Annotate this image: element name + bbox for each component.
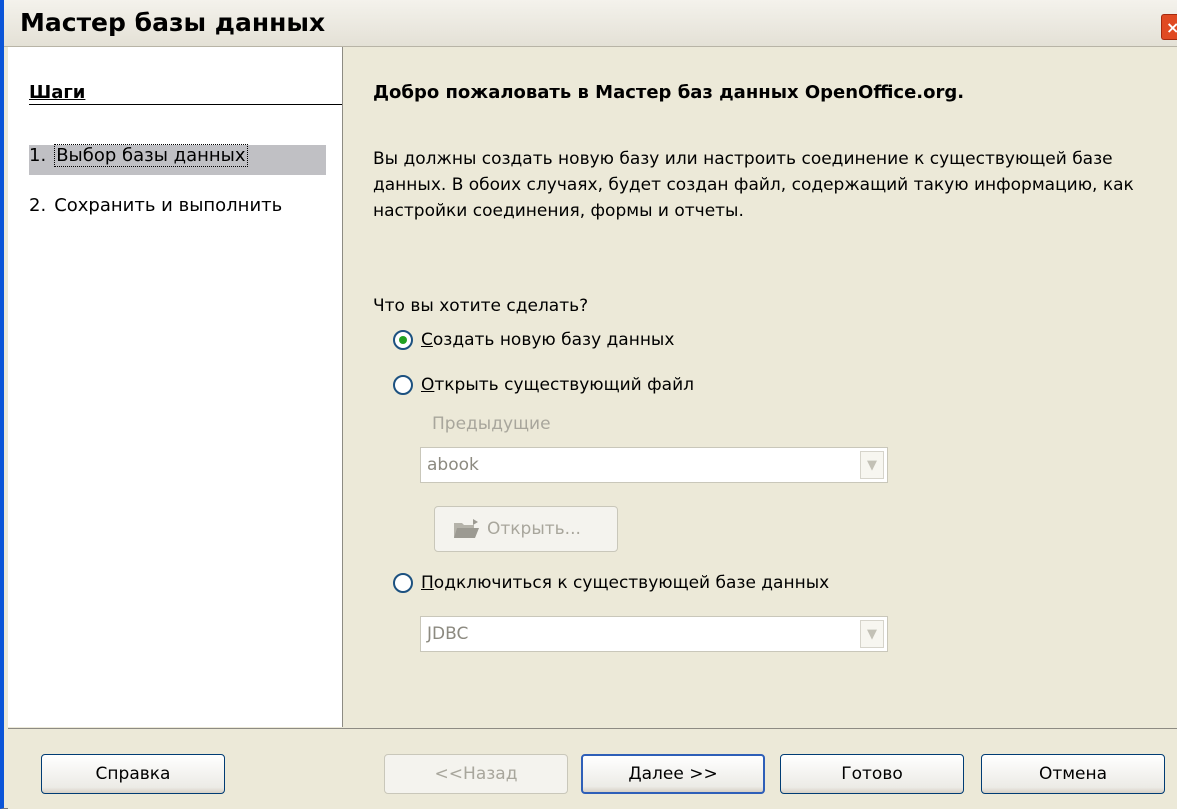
step-select-database[interactable]: 1. Выбор базы данных [29,144,326,175]
option-label: Создать новую базу данных [421,330,675,350]
back-button[interactable]: <<Назад [384,754,568,794]
cancel-button[interactable]: Отмена [981,754,1165,794]
next-button[interactable]: Далее >> [581,754,765,794]
finish-button[interactable]: Готово [780,754,964,794]
welcome-heading: Добро пожаловать в Мастер баз данных Ope… [373,82,965,103]
close-icon: × [1166,18,1177,37]
steps-title: Шаги [29,82,86,103]
recent-files-dropdown[interactable]: abook ▼ [420,447,888,483]
chevron-down-icon[interactable]: ▼ [860,451,884,479]
open-file-label: Открыть... [487,519,581,539]
window-title: Мастер базы данных [20,8,326,37]
intro-text: Вы должны создать новую базу или настрои… [373,149,1134,221]
option-open-existing-file[interactable]: Открыть существующий файл [393,373,694,397]
option-label: Открыть существующий файл [421,375,694,395]
radio-checked-icon[interactable] [393,330,413,350]
help-button[interactable]: Справка [41,754,225,794]
title-bar[interactable]: Мастер базы данных × [4,0,1177,47]
close-button[interactable]: × [1161,14,1177,40]
button-bar: Справка <<Назад Далее >> Готово Отмена [8,728,1177,809]
option-label: Подключиться к существующей базе данных [421,573,830,593]
steps-divider [29,104,342,105]
question-label: Что вы хотите сделать? [373,296,589,316]
folder-open-icon [454,519,479,538]
step-save-and-proceed[interactable]: 2. Сохранить и выполнить [29,195,282,216]
step-label: Сохранить и выполнить [54,195,283,216]
step-number: 1. [29,145,47,166]
option-connect-existing-database[interactable]: Подключиться к существующей базе данных [393,571,829,595]
recent-files-value: abook [427,455,479,475]
step-number: 2. [29,195,47,216]
recent-label: Предыдущие [432,414,551,434]
steps-pane: Шаги 1. Выбор базы данных 2. Сохранить и в… [8,47,343,727]
database-wizard-window: Мастер базы данных × Шаги 1. Выбор базы д… [0,0,1177,809]
radio-unchecked-icon[interactable] [393,573,413,593]
chevron-down-icon[interactable]: ▼ [860,620,884,648]
open-file-button[interactable]: Открыть... [434,506,618,552]
connection-type-dropdown[interactable]: JDBC ▼ [420,616,888,652]
step-label: Выбор базы данных [54,144,248,167]
radio-unchecked-icon[interactable] [393,375,413,395]
connection-type-value: JDBC [427,624,469,644]
option-create-new-database[interactable]: Создать новую базу данных [393,328,674,352]
content-pane: Добро пожаловать в Мастер баз данных Ope… [343,47,1177,727]
